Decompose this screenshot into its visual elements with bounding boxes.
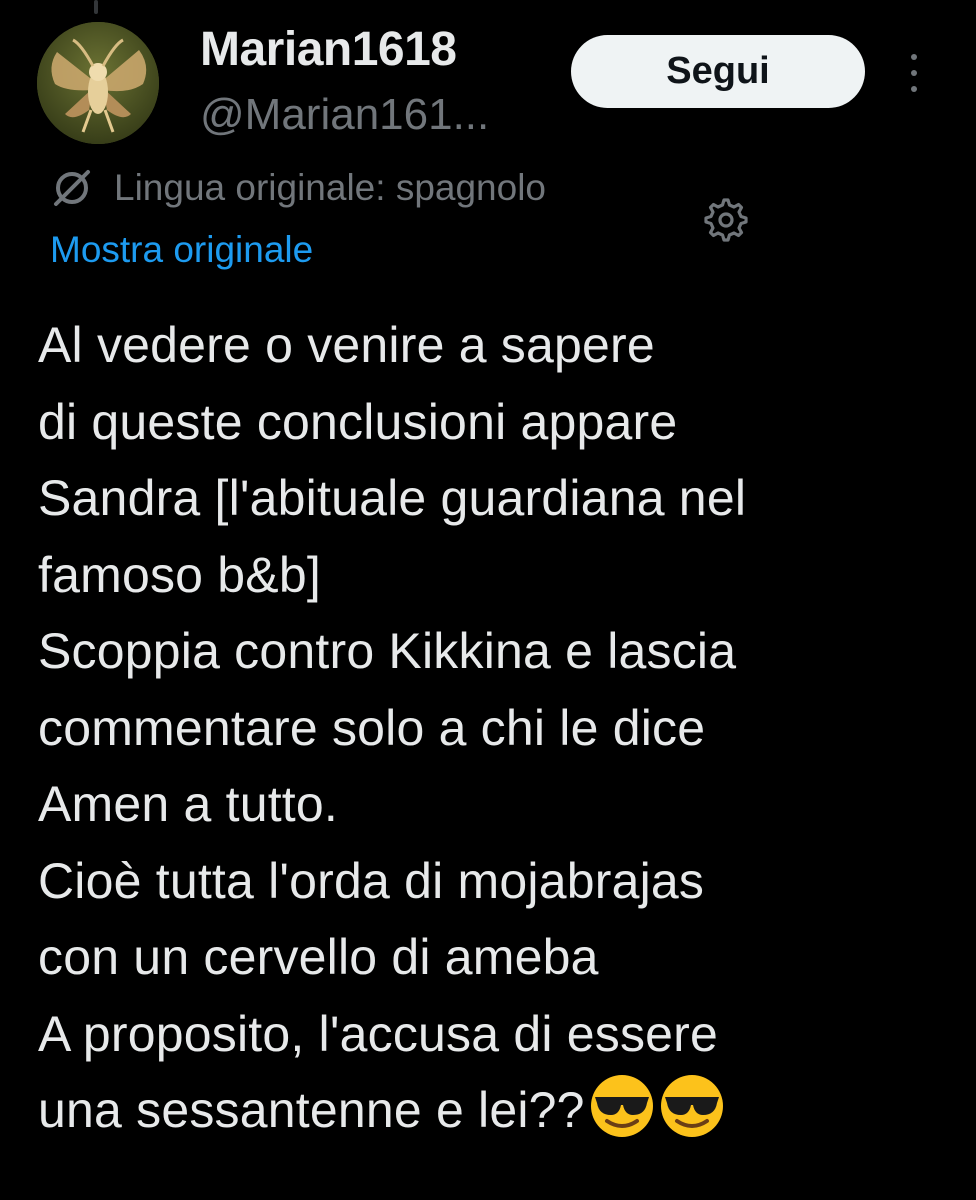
tweet-text-content: Al vedere o venire a sapere di queste co… — [38, 317, 747, 1138]
sunglasses-emoji — [590, 1075, 653, 1137]
moth-avatar-image — [37, 22, 159, 144]
author-handle[interactable]: @Marian161... — [200, 90, 489, 140]
tweet-text: Al vedere o venire a sapere di queste co… — [38, 307, 958, 1149]
more-icon[interactable] — [902, 50, 926, 96]
translate-icon — [54, 170, 90, 206]
show-original-link[interactable]: Mostra originale — [50, 229, 313, 271]
avatar[interactable] — [37, 22, 159, 144]
sunglasses-emoji — [660, 1075, 723, 1137]
translation-notice-label: Lingua originale: spagnolo — [114, 167, 547, 208]
translation-notice: Lingua originale: spagnolo — [50, 166, 546, 210]
thread-connector-line — [94, 0, 98, 14]
tweet-emoji — [585, 1075, 725, 1138]
author-display-name[interactable]: Marian1618 — [200, 22, 457, 77]
follow-button[interactable]: Segui — [571, 35, 865, 108]
gear-icon[interactable] — [703, 197, 749, 243]
